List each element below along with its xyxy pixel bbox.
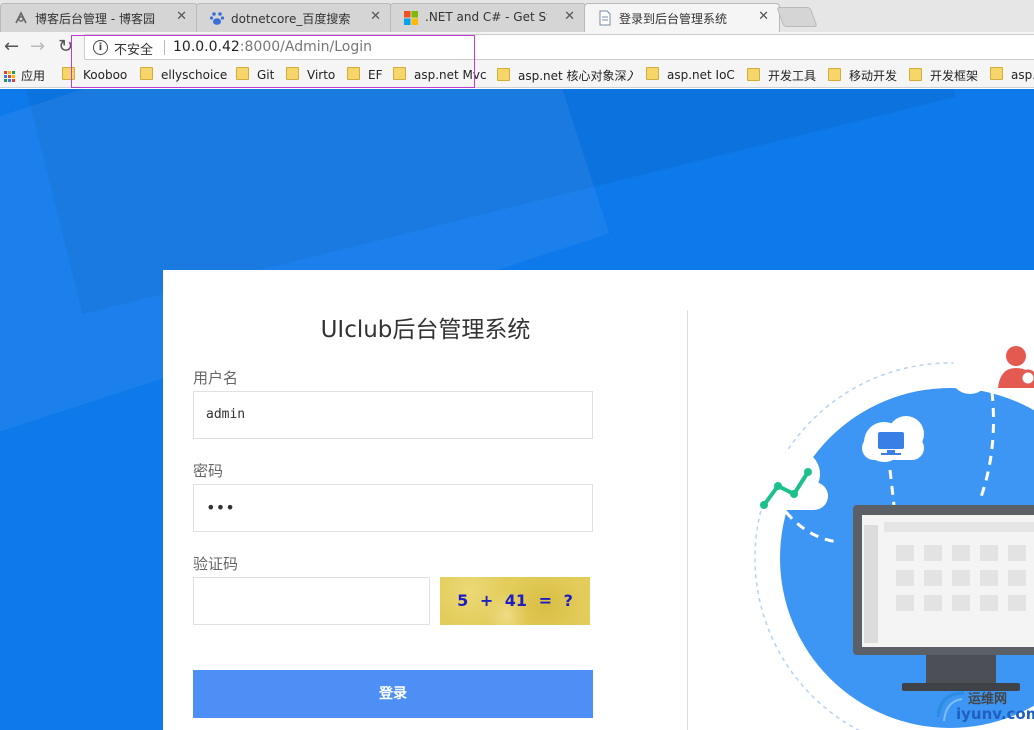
tab-dotnet[interactable]: .NET and C# - Get Start ✕ [390, 3, 586, 32]
bookmark-label: asp.n [1011, 68, 1034, 82]
bookmark-apps[interactable]: 应用 [4, 67, 45, 84]
captcha-input[interactable] [193, 577, 430, 625]
watermark-url: iyunv.com [956, 705, 1034, 723]
bookmark-label: asp.net 核心对象深入 [518, 69, 633, 83]
tab-strip: 博客后台管理 - 博客园 ✕ dotnetcore_百度搜索 ✕ .NET an… [0, 0, 1034, 32]
close-icon[interactable]: ✕ [758, 9, 769, 24]
tab-title: .NET and C# - Get Start [425, 10, 547, 24]
new-tab-button[interactable] [776, 7, 818, 27]
bookmark-label: 应用 [21, 69, 46, 83]
tab-baidu[interactable]: dotnetcore_百度搜索 ✕ [196, 3, 392, 32]
username-input[interactable]: admin [193, 391, 593, 439]
baidu-paw-icon [209, 12, 225, 25]
folder-icon [497, 68, 510, 81]
bookmark-folder[interactable]: asp.net IoC [646, 67, 735, 82]
bookmark-folder[interactable]: 开发工具 [747, 67, 816, 84]
bookmark-label: 移动开发 [849, 69, 898, 83]
login-page: UIclub后台管理系统 用户名 admin 密码 ••• 验证码 5 + 41… [0, 89, 1034, 730]
tab-cnblogs[interactable]: 博客后台管理 - 博客园 ✕ [0, 3, 198, 32]
captcha-image[interactable]: 5 + 41 = ? [440, 577, 590, 625]
close-icon[interactable]: ✕ [370, 9, 381, 24]
close-icon[interactable]: ✕ [564, 9, 575, 24]
bookmark-label: 开发工具 [768, 69, 817, 83]
folder-icon [747, 68, 760, 81]
bookmark-label: asp.net IoC [667, 68, 735, 82]
tab-title: 登录到后台管理系统 [619, 12, 728, 26]
illustration-graphic [736, 326, 1034, 730]
login-card: UIclub后台管理系统 用户名 admin 密码 ••• 验证码 5 + 41… [163, 270, 1034, 730]
bookmark-folder[interactable]: 开发框架 [909, 67, 978, 84]
document-icon [599, 10, 611, 26]
cnblogs-icon [15, 11, 27, 24]
folder-icon [646, 67, 659, 80]
username-label: 用户名 [193, 369, 239, 387]
login-button[interactable]: 登录 [193, 670, 593, 718]
address-highlight-box [71, 35, 475, 88]
page-title: UIclub后台管理系统 [320, 317, 531, 343]
microsoft-logo-icon [404, 11, 418, 25]
bookmark-folder[interactable]: asp.net 核心对象深入 [497, 67, 633, 84]
folder-icon [990, 67, 1003, 80]
bookmark-folder[interactable]: 移动开发 [828, 67, 897, 84]
illustration [688, 270, 1034, 730]
password-label: 密码 [193, 462, 224, 480]
tab-login[interactable]: 登录到后台管理系统 ✕ [584, 3, 780, 32]
folder-icon [909, 68, 922, 81]
folder-icon [828, 68, 841, 81]
tab-title: 博客后台管理 - 博客园 [35, 12, 155, 26]
password-input[interactable]: ••• [193, 484, 593, 532]
close-icon[interactable]: ✕ [176, 9, 187, 24]
bookmark-folder[interactable]: asp.n [990, 67, 1034, 82]
tab-title: dotnetcore_百度搜索 [231, 12, 351, 26]
forward-arrow-icon[interactable]: → [30, 36, 45, 57]
bookmark-label: 开发框架 [930, 69, 979, 83]
apps-grid-icon [4, 71, 15, 82]
captcha-label: 验证码 [193, 555, 239, 573]
back-arrow-icon[interactable]: ← [4, 36, 19, 57]
